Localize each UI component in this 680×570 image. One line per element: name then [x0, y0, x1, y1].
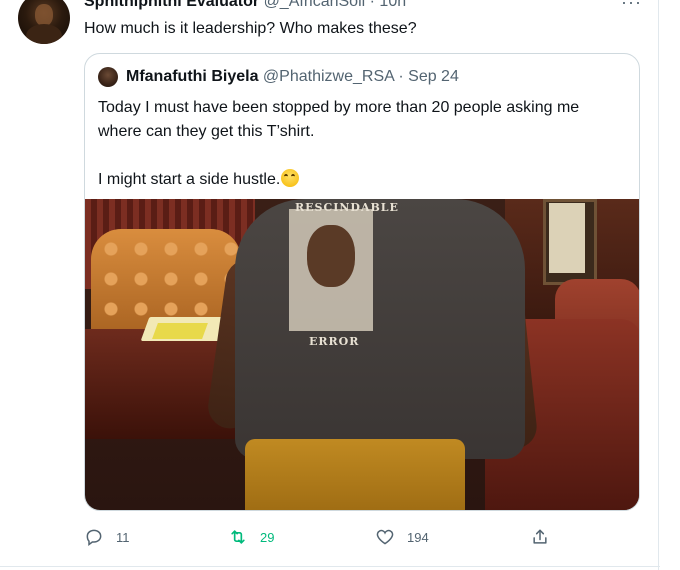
photo-pants	[245, 439, 465, 510]
separator-dot: ·	[369, 0, 375, 10]
more-options-icon[interactable]: ···	[621, 0, 642, 13]
reply-icon	[86, 529, 102, 546]
retweet-button[interactable]: 29	[228, 525, 274, 549]
tweet[interactable]: Sphithiphithi Evaluator @_AfricanSoil · …	[0, 0, 660, 570]
quoted-tweet[interactable]: Mfanafuthi Biyela @Phathizwe_RSA · Sep 2…	[84, 53, 640, 511]
reply-count: 11	[116, 529, 130, 545]
photo-certificate	[549, 203, 585, 273]
heart-icon	[376, 529, 394, 545]
author-handle[interactable]: @_AfricanSoil	[264, 0, 366, 10]
avatar-face	[35, 4, 53, 26]
retweet-count: 29	[260, 529, 275, 545]
quoted-tweet-date[interactable]: Sep 24	[408, 68, 459, 85]
quoted-tweet-text: Today I must have been stopped by more t…	[98, 96, 626, 192]
quoted-text-paragraph-1: Today I must have been stopped by more t…	[98, 99, 580, 140]
like-button[interactable]: 194	[375, 525, 429, 549]
quoted-text-line2: I might start a side hustle.	[98, 171, 281, 188]
quoted-tweet-header: Mfanafuthi Biyela @Phathizwe_RSA · Sep 2…	[126, 68, 459, 86]
photo-shirt-print-face	[307, 225, 355, 287]
tweet-actions: 11 29 194	[0, 525, 660, 549]
tweet-time[interactable]: 10h	[379, 0, 406, 10]
like-count: 194	[407, 529, 429, 545]
photo-papers-yellow	[152, 323, 208, 339]
retweet-icon	[231, 530, 245, 544]
photo-tshirt	[235, 199, 525, 459]
author-name[interactable]: Sphithiphithi Evaluator	[84, 0, 259, 10]
face-with-tears-of-joy-emoji	[281, 169, 300, 187]
tweet-photo[interactable]: RESCINDABLE ERROR	[85, 199, 639, 510]
share-button[interactable]	[530, 525, 550, 549]
column-border	[658, 0, 659, 570]
photo-shirt-bottom-text: ERROR	[309, 335, 360, 348]
author-avatar[interactable]	[18, 0, 70, 44]
photo-shirt-top-text: RESCINDABLE	[295, 201, 399, 214]
quoted-author-name[interactable]: Mfanafuthi Biyela	[126, 68, 258, 85]
share-icon	[533, 529, 547, 544]
quoted-author-avatar[interactable]	[98, 67, 118, 87]
separator-dot: ·	[398, 68, 404, 85]
tweet-divider	[0, 566, 660, 567]
avatar-body	[26, 24, 62, 44]
tweet-header: Sphithiphithi Evaluator @_AfricanSoil · …	[84, 0, 406, 10]
reply-button[interactable]: 11	[84, 525, 130, 549]
quoted-text-paragraph-2: I might start a side hustle.	[98, 168, 626, 192]
quoted-author-handle[interactable]: @Phathizwe_RSA	[263, 68, 394, 85]
tweet-text: How much is it leadership? Who makes the…	[84, 20, 417, 37]
